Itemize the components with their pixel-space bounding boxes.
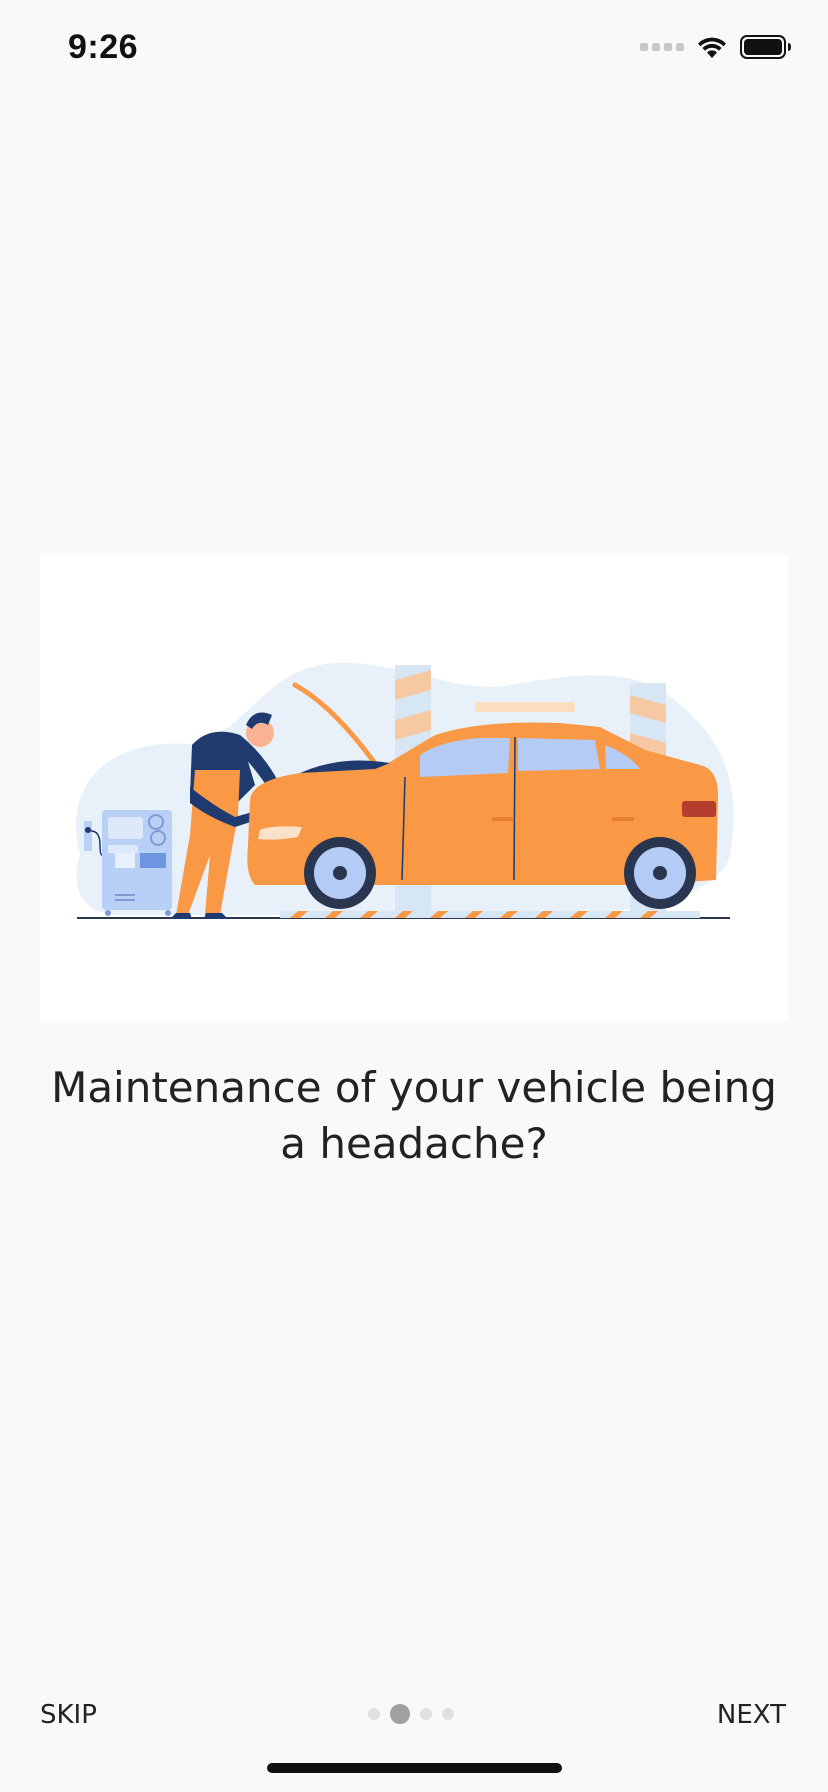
next-button[interactable]: NEXT <box>717 1700 786 1730</box>
wifi-icon <box>698 37 726 58</box>
onboarding-bottom-bar: SKIP NEXT <box>0 1690 828 1740</box>
page-dot-4[interactable] <box>442 1708 454 1720</box>
status-bar: 9:26 <box>0 0 828 100</box>
floor-stripes <box>280 911 700 918</box>
page-dot-2-active[interactable] <box>390 1704 410 1724</box>
skip-button[interactable]: SKIP <box>40 1700 97 1730</box>
onboarding-headline: Maintenance of your vehicle being a head… <box>51 1063 777 1168</box>
onboarding-illustration <box>40 555 788 1021</box>
status-time: 9:26 <box>68 28 139 66</box>
battery-icon <box>740 35 791 59</box>
status-icons <box>640 34 792 60</box>
page-indicator <box>368 1704 454 1724</box>
page-dot-1[interactable] <box>368 1708 380 1720</box>
cellular-signal-icon <box>640 43 684 51</box>
home-indicator[interactable] <box>267 1763 562 1773</box>
mechanic-car-illustration <box>76 662 734 919</box>
page-dot-3[interactable] <box>420 1708 432 1720</box>
